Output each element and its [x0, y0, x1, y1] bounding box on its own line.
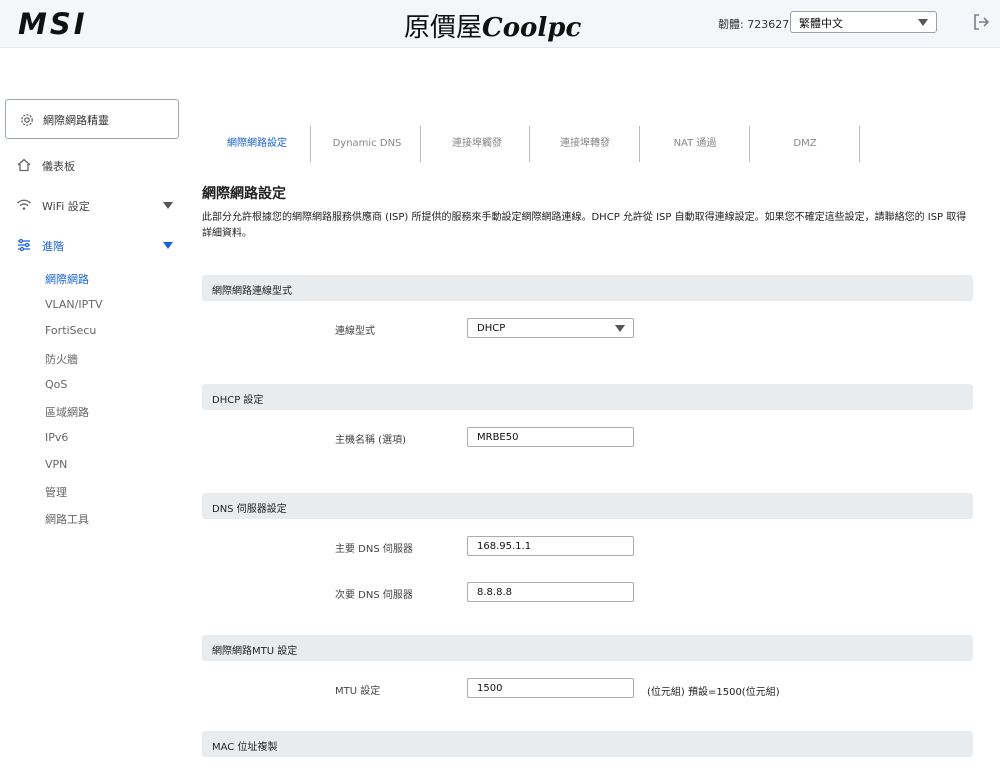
- tab-port-forward[interactable]: 連接埠轉發: [530, 126, 640, 162]
- sidebar-item-label: 進階: [42, 240, 64, 253]
- tab-dmz[interactable]: DMZ: [750, 126, 860, 162]
- home-icon: [17, 158, 31, 172]
- primary-dns-label: 主要 DNS 伺服器: [335, 544, 413, 555]
- section-header: DHCP 設定: [212, 395, 264, 406]
- language-value: 繁體中文: [799, 17, 843, 30]
- tab-bar: 網際網路設定 Dynamic DNS 連接埠觸發 連接埠轉發 NAT 通過 DM…: [202, 126, 882, 162]
- section-dhcp: DHCP 設定: [202, 384, 973, 410]
- connection-type-select[interactable]: DHCP: [467, 318, 634, 338]
- language-select[interactable]: 繁體中文: [790, 11, 937, 33]
- sliders-icon: [18, 238, 30, 252]
- sidebar-subitem-vlan-iptv[interactable]: VLAN/IPTV: [45, 298, 103, 311]
- hostname-label: 主機名稱 (選項): [335, 435, 406, 446]
- brand-cjk: 原價屋: [404, 13, 483, 43]
- primary-dns-input[interactable]: [467, 536, 634, 556]
- tab-nat-passthrough[interactable]: NAT 通過: [640, 126, 750, 162]
- section-connection-type: 網際網路連線型式: [202, 275, 973, 301]
- msi-logo[interactable]: MSI: [18, 7, 88, 41]
- mtu-note: (位元組) 預設=1500(位元組): [647, 687, 780, 698]
- sidebar-item-advanced[interactable]: 進階: [14, 235, 179, 255]
- sidebar-item-dashboard[interactable]: 儀表板: [14, 155, 179, 175]
- page-description: 此部分允許根據您的網際網路服務供應商 (ISP) 所提供的服務來手動設定網際網路…: [202, 212, 967, 239]
- section-header: DNS 伺服器設定: [212, 504, 287, 515]
- section-header: 網際網路連線型式: [212, 286, 292, 297]
- section-header: 網際網路MTU 設定: [212, 646, 298, 657]
- logout-icon[interactable]: [972, 13, 990, 31]
- page-title: 網際網路設定: [202, 186, 286, 202]
- sidebar-item-label: WiFi 設定: [42, 200, 90, 213]
- tab-divider: [420, 126, 421, 162]
- sidebar-subitem-qos[interactable]: QoS: [45, 378, 67, 391]
- sidebar-subitem-internet[interactable]: 網際網路: [45, 271, 89, 287]
- sidebar-subitem-firewall[interactable]: 防火牆: [45, 351, 78, 367]
- mtu-input[interactable]: [467, 678, 634, 698]
- tab-internet-settings[interactable]: 網際網路設定: [202, 126, 312, 162]
- connection-type-value: DHCP: [477, 323, 506, 334]
- hostname-input[interactable]: [467, 427, 634, 447]
- sidebar-item-label: 儀表板: [42, 160, 75, 173]
- coolpc-brand: 原價屋Coolpc: [404, 7, 581, 44]
- sidebar-subitem-network-tools[interactable]: 網路工具: [45, 511, 89, 527]
- mtu-label: MTU 設定: [335, 686, 381, 697]
- wifi-icon: [17, 199, 31, 210]
- section-header: MAC 位址複製: [212, 742, 278, 753]
- sidebar-subitem-vpn[interactable]: VPN: [45, 458, 67, 471]
- section-mtu: 網際網路MTU 設定: [202, 635, 973, 661]
- chevron-down-icon: [615, 325, 625, 332]
- gear-icon: [21, 114, 33, 126]
- sidebar-item-wifi[interactable]: WiFi 設定: [14, 195, 179, 215]
- tab-divider: [859, 126, 860, 162]
- wizard-label: 網際網路精靈: [43, 114, 109, 127]
- tab-divider: [310, 126, 311, 162]
- sidebar-subitem-administration[interactable]: 管理: [45, 484, 67, 500]
- sidebar: 網際網路精靈 儀表板 WiFi 設定 進階 網際網路 VLAN/IPTV For…: [0, 60, 190, 772]
- sidebar-subitem-lan[interactable]: 區域網路: [45, 404, 89, 420]
- tab-dynamic-dns[interactable]: Dynamic DNS: [312, 126, 422, 162]
- tab-port-trigger[interactable]: 連接埠觸發: [422, 126, 532, 162]
- chevron-down-icon: [163, 242, 173, 249]
- connection-type-label: 連線型式: [335, 326, 375, 337]
- brand-latin: Coolpc: [482, 13, 582, 43]
- section-mac-clone: MAC 位址複製: [202, 731, 973, 757]
- sidebar-subitem-fortisecu[interactable]: FortiSecu: [45, 324, 96, 337]
- section-dns: DNS 伺服器設定: [202, 493, 973, 519]
- secondary-dns-label: 次要 DNS 伺服器: [335, 590, 413, 601]
- internet-wizard-button[interactable]: 網際網路精靈: [5, 99, 179, 139]
- chevron-down-icon: [918, 19, 928, 26]
- chevron-down-icon: [163, 202, 173, 209]
- top-header: MSI 原價屋Coolpc 韌體: 723627 繁體中文: [0, 0, 1000, 48]
- firmware-version: 韌體: 723627: [718, 18, 790, 31]
- secondary-dns-input[interactable]: [467, 582, 634, 602]
- sidebar-subitem-ipv6[interactable]: IPv6: [45, 431, 68, 444]
